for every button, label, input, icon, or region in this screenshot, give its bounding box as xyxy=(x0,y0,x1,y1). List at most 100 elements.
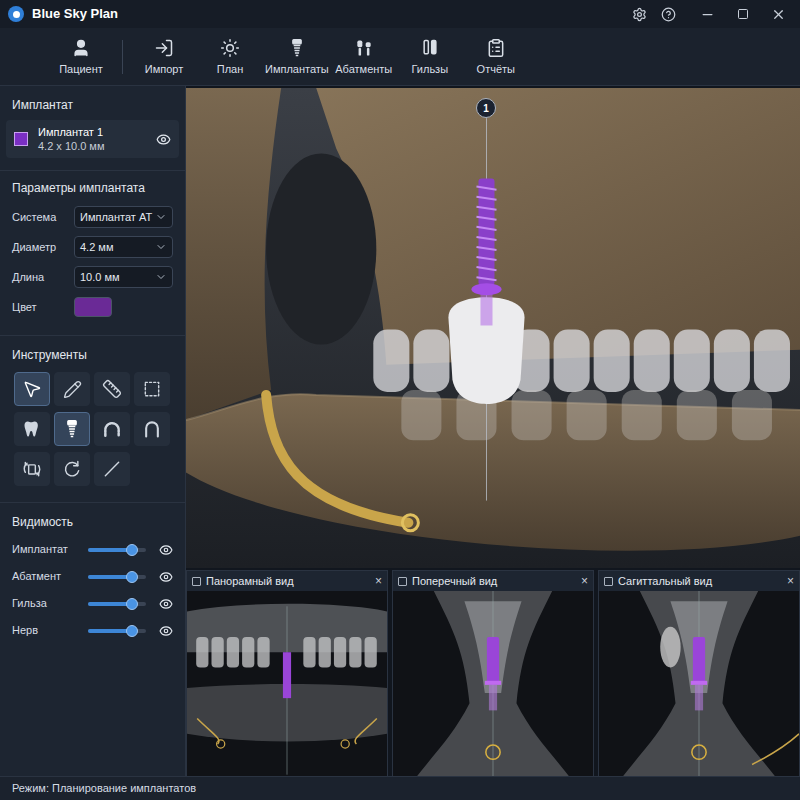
tool-button[interactable] xyxy=(94,412,130,446)
status-bar: Режим: Планирование имплантатов xyxy=(0,776,800,800)
workspace: ИмплантатИмплантат 14.2 x 10.0 ммПарамет… xyxy=(0,86,800,776)
implant-marker-badge[interactable]: 1 xyxy=(476,98,496,118)
close-view-button[interactable]: × xyxy=(787,575,794,587)
patient-icon xyxy=(71,38,91,58)
expand-icon[interactable] xyxy=(604,577,613,586)
tool-button[interactable] xyxy=(14,412,50,446)
toolbar-button[interactable]: План xyxy=(197,34,263,80)
circle-arrow-icon xyxy=(62,459,82,479)
u-arch-icon xyxy=(142,419,162,439)
close-icon[interactable] xyxy=(771,7,786,22)
tool-button[interactable] xyxy=(94,372,130,406)
tool-grid xyxy=(0,372,184,486)
visibility-row: Абатмент xyxy=(12,566,173,587)
tool-button[interactable] xyxy=(94,452,130,486)
toolbar-button[interactable]: Отчёты xyxy=(463,34,529,80)
implant-color-swatch xyxy=(14,132,28,146)
app-logo-icon xyxy=(8,6,24,22)
tooth-icon xyxy=(22,419,42,439)
panoramic-slice-image[interactable] xyxy=(187,591,387,781)
reports-icon xyxy=(486,38,506,58)
viewport-3d[interactable]: 1 xyxy=(186,88,800,568)
opacity-slider[interactable] xyxy=(88,575,146,579)
pencil-icon xyxy=(63,380,82,399)
plan-icon xyxy=(220,38,240,58)
param-select[interactable]: Имплантат АТ xyxy=(74,206,173,228)
eye-icon[interactable] xyxy=(159,543,173,557)
opacity-slider[interactable] xyxy=(88,548,146,552)
opacity-slider[interactable] xyxy=(88,602,146,606)
cursor-icon xyxy=(22,379,42,399)
toolbar-separator xyxy=(122,40,123,74)
param-select[interactable]: 4.2 мм xyxy=(74,236,173,258)
sagittal-slice-image[interactable] xyxy=(599,591,799,781)
param-row: СистемаИмплантат АТ xyxy=(12,205,173,229)
tool-button[interactable] xyxy=(134,412,170,446)
cross-slice-image[interactable] xyxy=(393,591,593,781)
slice-views: Панорамный вид× Поперечный вид× Сагиттальн… xyxy=(186,570,800,776)
tool-button[interactable] xyxy=(14,452,50,486)
rotate-icon xyxy=(22,459,42,479)
eye-icon[interactable] xyxy=(159,597,173,611)
main-area: 1 Панорамный вид× Поперечный вид× Сагитталь… xyxy=(186,86,800,776)
implant-tool-icon xyxy=(62,419,82,439)
section-header: Имплантат xyxy=(0,86,185,120)
implant-card[interactable]: Имплантат 14.2 x 10.0 мм xyxy=(6,120,179,158)
help-icon[interactable] xyxy=(661,7,676,22)
tool-button[interactable] xyxy=(54,412,90,446)
chevron-down-icon xyxy=(155,241,167,253)
main-toolbar: Пациент ИмпортПланИмплантатыАбатментыГиль… xyxy=(0,28,800,86)
sidebar: ИмплантатИмплантат 14.2 x 10.0 ммПарамет… xyxy=(0,86,186,776)
toolbar-button[interactable]: Импорт xyxy=(131,34,197,80)
visibility-row: Нерв xyxy=(12,620,173,641)
maximize-icon[interactable] xyxy=(737,8,749,20)
visibility-row: Гильза xyxy=(12,593,173,614)
toolbar-button[interactable]: Имплантаты xyxy=(263,34,331,80)
visibility-row: Имплантат xyxy=(12,539,173,560)
line-icon xyxy=(102,459,122,479)
slice-view-header: Поперечный вид× xyxy=(393,571,593,591)
jaw-3d-render[interactable] xyxy=(186,88,800,568)
slice-view-panel: Поперечный вид× xyxy=(392,570,594,782)
color-picker[interactable] xyxy=(74,297,112,317)
slice-view-header: Сагиттальный вид× xyxy=(599,571,799,591)
ruler-icon xyxy=(102,379,122,399)
slice-view-panel: Сагиттальный вид× xyxy=(598,570,800,782)
opacity-slider[interactable] xyxy=(88,629,146,633)
toolbar-button[interactable]: Гильзы xyxy=(397,34,463,80)
chevron-down-icon xyxy=(155,271,167,283)
arch-icon xyxy=(102,419,122,439)
section-header: Инструменты xyxy=(0,336,185,372)
abutments-icon xyxy=(354,38,374,58)
close-view-button[interactable]: × xyxy=(581,575,588,587)
close-view-button[interactable]: × xyxy=(375,575,382,587)
window-title: Blue Sky Plan xyxy=(32,4,118,24)
tool-button[interactable] xyxy=(54,372,90,406)
param-row: Длина10.0 мм xyxy=(12,265,173,289)
toolbar-button[interactable]: Пациент xyxy=(48,34,114,80)
eye-icon[interactable] xyxy=(156,132,171,147)
gear-icon[interactable] xyxy=(632,7,647,22)
eye-icon[interactable] xyxy=(159,570,173,584)
expand-icon[interactable] xyxy=(398,577,407,586)
toolbar-button[interactable]: Абатменты xyxy=(331,34,397,80)
param-row: Диаметр4.2 мм xyxy=(12,235,173,259)
tool-button[interactable] xyxy=(134,372,170,406)
chevron-down-icon xyxy=(155,211,167,223)
app-window: Blue Sky Plan Пациент ИмпортПланИмплантаты… xyxy=(0,0,800,800)
slice-view-panel: Панорамный вид× xyxy=(186,570,388,782)
expand-icon[interactable] xyxy=(192,577,201,586)
import-icon xyxy=(154,38,174,58)
eye-icon[interactable] xyxy=(159,624,173,638)
sleeves-icon xyxy=(420,38,440,58)
slice-view-header: Панорамный вид× xyxy=(187,571,387,591)
implants-icon xyxy=(287,38,307,58)
minimize-icon[interactable] xyxy=(700,7,715,22)
param-select[interactable]: 10.0 мм xyxy=(74,266,173,288)
select-box-icon xyxy=(142,379,162,399)
title-bar: Blue Sky Plan xyxy=(0,0,800,28)
tool-button[interactable] xyxy=(14,372,50,406)
section-header: Видимость xyxy=(0,503,185,539)
tool-button[interactable] xyxy=(54,452,90,486)
section-header: Параметры имплантата xyxy=(0,171,185,205)
